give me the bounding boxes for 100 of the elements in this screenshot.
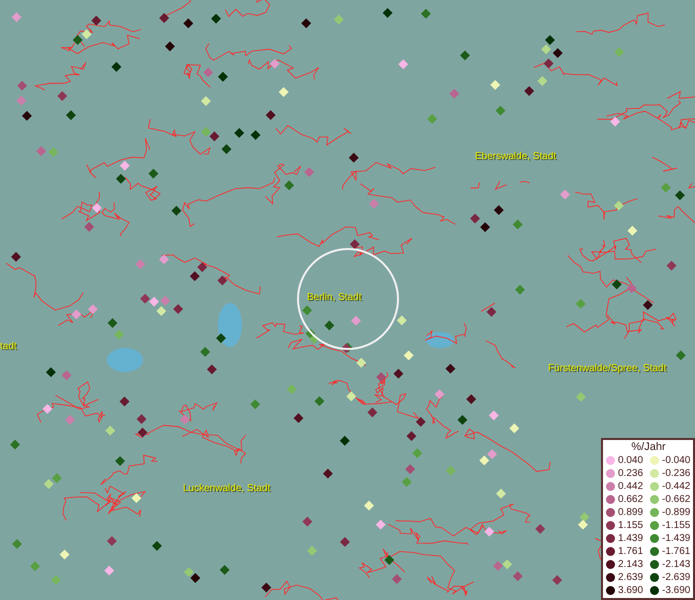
data-point (322, 468, 333, 479)
data-point (261, 582, 272, 592)
data-point (217, 276, 228, 286)
data-point (494, 205, 504, 216)
data-point (60, 550, 70, 560)
data-point (470, 214, 480, 224)
data-point (301, 18, 312, 28)
data-point (537, 76, 548, 86)
data-point (496, 488, 506, 499)
data-point (131, 493, 142, 504)
data-point (446, 466, 456, 476)
data-point (104, 566, 114, 576)
place-label: Eberswalde, Stadt (475, 151, 556, 162)
data-point (17, 80, 28, 91)
data-point (402, 477, 412, 487)
data-point (334, 14, 344, 24)
data-point (369, 198, 379, 209)
legend-value: -3.690 (662, 584, 690, 596)
data-point (382, 8, 393, 18)
legend-value: -0.040 (662, 454, 690, 466)
data-point (324, 320, 334, 330)
data-point (200, 126, 211, 137)
place-label: Luckenwalde, Stadt (183, 483, 270, 494)
data-point (545, 35, 555, 45)
data-point (406, 431, 416, 442)
legend-value: 2.143 (618, 558, 644, 570)
data-point (135, 259, 146, 270)
data-point (614, 200, 624, 211)
data-point (486, 306, 496, 317)
data-point (446, 364, 456, 374)
data-point (184, 567, 194, 578)
data-point (307, 546, 318, 556)
data-point (578, 520, 588, 530)
data-point (156, 306, 166, 316)
data-point (544, 58, 554, 68)
data-point (108, 318, 118, 328)
data-point (484, 526, 494, 537)
data-point (30, 561, 40, 572)
data-point (171, 206, 182, 216)
data-point (479, 456, 490, 466)
legend-title: %/Jahr (631, 441, 666, 454)
data-point (11, 252, 21, 262)
data-point (51, 575, 61, 585)
legend-value: -1.155 (662, 520, 690, 532)
data-point (560, 190, 570, 200)
data-point (44, 479, 54, 489)
place-label: tadt (0, 341, 17, 352)
data-point (493, 561, 503, 571)
data-point (340, 436, 350, 446)
data-point (393, 368, 404, 379)
place-label: Fürstenwalde/Spree, Stadt (548, 363, 666, 374)
data-point (183, 18, 194, 28)
data-point (160, 296, 170, 306)
data-point (140, 294, 150, 304)
data-point (642, 300, 653, 310)
data-point (488, 410, 499, 420)
legend-value: -0.236 (662, 468, 690, 480)
data-point (509, 423, 520, 434)
data-point (66, 110, 76, 120)
data-point (674, 190, 685, 200)
legend-value: -0.899 (662, 506, 690, 518)
data-point (434, 389, 444, 400)
data-point (149, 296, 160, 307)
data-point (396, 315, 407, 326)
data-point (294, 413, 304, 424)
data-point (614, 47, 624, 58)
data-point (82, 29, 92, 40)
data-point (356, 358, 366, 368)
data-point (412, 448, 422, 458)
data-point (190, 271, 200, 282)
legend-value: -1.761 (662, 546, 690, 558)
data-point (10, 440, 20, 450)
legend-value: -0.662 (662, 494, 690, 506)
data-point (278, 87, 289, 97)
data-point (612, 279, 622, 290)
data-point (309, 334, 320, 344)
data-point (427, 114, 438, 124)
data-point (284, 180, 294, 190)
data-point (405, 464, 416, 474)
legend-value: 0.442 (618, 480, 644, 492)
data-point (211, 14, 221, 24)
data-point (340, 537, 350, 547)
data-point (22, 110, 32, 121)
data-point (152, 540, 162, 551)
data-point (270, 58, 280, 69)
data-point (666, 260, 676, 271)
data-point (36, 146, 46, 156)
data-point (376, 520, 386, 530)
legend-value: 1.439 (618, 532, 644, 544)
data-point (120, 160, 130, 171)
data-point (48, 147, 58, 158)
data-point (71, 309, 82, 320)
data-point (165, 41, 175, 52)
data-point (552, 575, 562, 586)
water-patch (107, 348, 143, 372)
data-point (351, 316, 361, 326)
data-point (576, 298, 586, 309)
legend-value: 1.761 (618, 546, 644, 558)
data-point (392, 574, 402, 584)
data-point (398, 59, 408, 70)
